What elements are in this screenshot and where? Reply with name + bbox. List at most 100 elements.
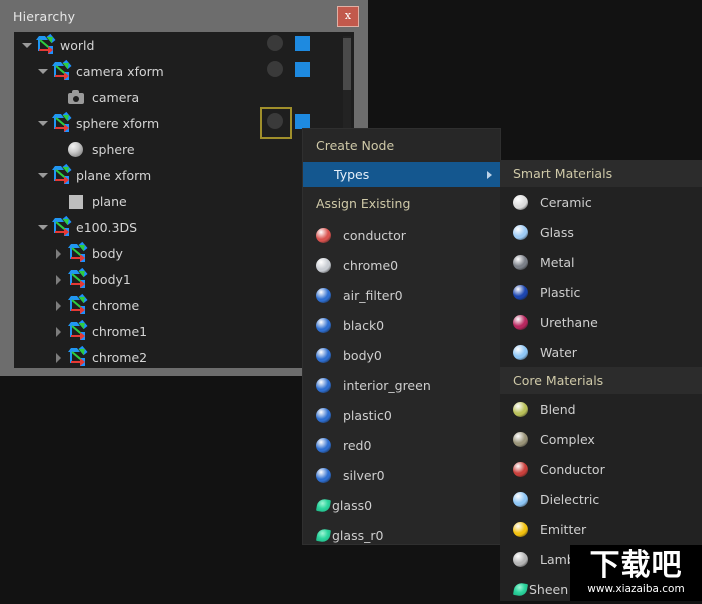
materials-list-item[interactable]: Emitter [500, 514, 702, 544]
xform-icon [66, 267, 88, 289]
chevron-down-icon[interactable] [36, 220, 50, 234]
context-menu-item[interactable]: black0 [303, 310, 500, 340]
tree-row-label: sphere xform [76, 115, 160, 131]
materials-list-item-label: Ceramic [540, 194, 592, 210]
context-menu-item[interactable]: glass0 [303, 490, 500, 520]
context-menu-item[interactable]: silver0 [303, 460, 500, 490]
chevron-down-icon[interactable] [36, 64, 50, 78]
row-indicators [260, 107, 310, 139]
material-swatch-icon [316, 227, 331, 243]
materials-list-item[interactable]: Glass [500, 217, 702, 247]
twisty-spacer [52, 142, 66, 156]
material-swatch-icon [316, 407, 331, 423]
chevron-down-icon[interactable] [36, 168, 50, 182]
materials-list-item[interactable]: Complex [500, 424, 702, 454]
materials-list-item[interactable]: Blend [500, 394, 702, 424]
materials-list-item-label: Urethane [540, 314, 598, 330]
context-menu-create-header: Create Node [316, 138, 395, 153]
tree-row-label: chrome1 [92, 323, 148, 339]
materials-list-item[interactable]: Metal [500, 247, 702, 277]
chevron-right-icon[interactable] [52, 324, 66, 338]
hierarchy-titlebar[interactable]: Hierarchy x [0, 0, 368, 32]
context-menu-item-label: black0 [343, 317, 385, 333]
context-menu-item-label: red0 [343, 437, 372, 453]
context-menu-item[interactable]: plastic0 [303, 400, 500, 430]
context-menu-item[interactable]: glass_r0 [303, 520, 500, 550]
material-slot-circle[interactable] [267, 61, 283, 77]
material-swatch-icon [513, 254, 528, 270]
tree-row-label: camera [92, 89, 140, 105]
chevron-right-icon[interactable] [52, 350, 66, 364]
context-menu-item[interactable]: red0 [303, 430, 500, 460]
tree-row[interactable]: camera [14, 84, 354, 110]
tree-row-label: chrome [92, 297, 140, 313]
material-swatch-icon [513, 431, 528, 447]
material-swatch-icon [513, 194, 528, 210]
context-menu-item-label: plastic0 [343, 407, 392, 423]
materials-panel: Smart Materials Ceramic Glass Metal Plastic U… [500, 160, 702, 601]
close-icon[interactable]: x [337, 6, 359, 27]
tree-row-label: chrome2 [92, 349, 148, 365]
materials-list-item-label: Metal [540, 254, 575, 270]
context-menu-item-label: silver0 [343, 467, 385, 483]
context-menu-types-label: Types [334, 167, 370, 182]
material-swatch-icon [316, 257, 331, 273]
tree-row-label: sphere [92, 141, 135, 157]
materials-list-item[interactable]: Urethane [500, 307, 702, 337]
material-swatch-icon [513, 521, 528, 537]
visibility-toggle-square[interactable] [295, 35, 310, 51]
visibility-toggle-square[interactable] [295, 61, 310, 77]
materials-list-item[interactable]: Plastic [500, 277, 702, 307]
camera-icon [66, 87, 86, 107]
chevron-right-icon[interactable] [52, 272, 66, 286]
material-swatch-icon [513, 284, 528, 300]
material-swatch-icon [513, 314, 528, 330]
material-swatch-icon [513, 401, 528, 417]
context-menu-item[interactable]: conductor [303, 220, 500, 250]
tree-row-label: plane xform [76, 167, 152, 183]
material-swatch-icon [513, 461, 528, 477]
xform-icon [66, 293, 88, 315]
material-swatch-icon [316, 437, 331, 453]
material-slot-circle[interactable] [260, 107, 292, 139]
context-menu-item[interactable]: chrome0 [303, 250, 500, 280]
material-swatch-icon [513, 582, 529, 597]
materials-list-item[interactable]: Dielectric [500, 484, 702, 514]
materials-section-header: Core Materials [500, 367, 702, 394]
xform-icon [66, 345, 88, 367]
tree-row[interactable]: camera xform [14, 58, 354, 84]
materials-list-item[interactable]: Conductor [500, 454, 702, 484]
materials-list-item-label: Blend [540, 401, 576, 417]
chevron-down-icon[interactable] [36, 116, 50, 130]
material-swatch-icon [513, 344, 528, 360]
tree-row[interactable]: world [14, 32, 354, 58]
row-indicators [267, 35, 310, 51]
material-slot-circle[interactable] [267, 35, 283, 51]
xform-icon [50, 215, 72, 237]
visibility-toggle-square[interactable] [295, 113, 310, 129]
material-swatch-icon [316, 467, 331, 483]
material-swatch-icon [513, 551, 528, 567]
materials-section-header: Smart Materials [500, 160, 702, 187]
materials-list-item-label: Sheen [529, 581, 569, 597]
row-indicators [267, 61, 310, 77]
xform-icon [50, 59, 72, 81]
context-menu-item[interactable]: interior_green [303, 370, 500, 400]
context-menu-item-types[interactable]: Types [303, 162, 500, 187]
context-menu-item[interactable]: body0 [303, 340, 500, 370]
chevron-right-icon[interactable] [52, 298, 66, 312]
tree-row-label: world [60, 37, 95, 53]
material-swatch-icon [316, 347, 331, 363]
material-swatch-icon [513, 224, 528, 240]
material-swatch-icon [316, 317, 331, 333]
twisty-spacer [52, 194, 66, 208]
scrollbar-thumb[interactable] [343, 38, 351, 90]
context-menu-item-label: conductor [343, 227, 406, 243]
chevron-right-icon[interactable] [52, 246, 66, 260]
context-menu-item[interactable]: air_filter0 [303, 280, 500, 310]
materials-list-item[interactable]: Water [500, 337, 702, 367]
materials-list-item[interactable]: Ceramic [500, 187, 702, 217]
tree-row-label: e100.3DS [76, 219, 138, 235]
context-menu-assign-header: Assign Existing [316, 196, 411, 211]
chevron-down-icon[interactable] [20, 38, 34, 52]
